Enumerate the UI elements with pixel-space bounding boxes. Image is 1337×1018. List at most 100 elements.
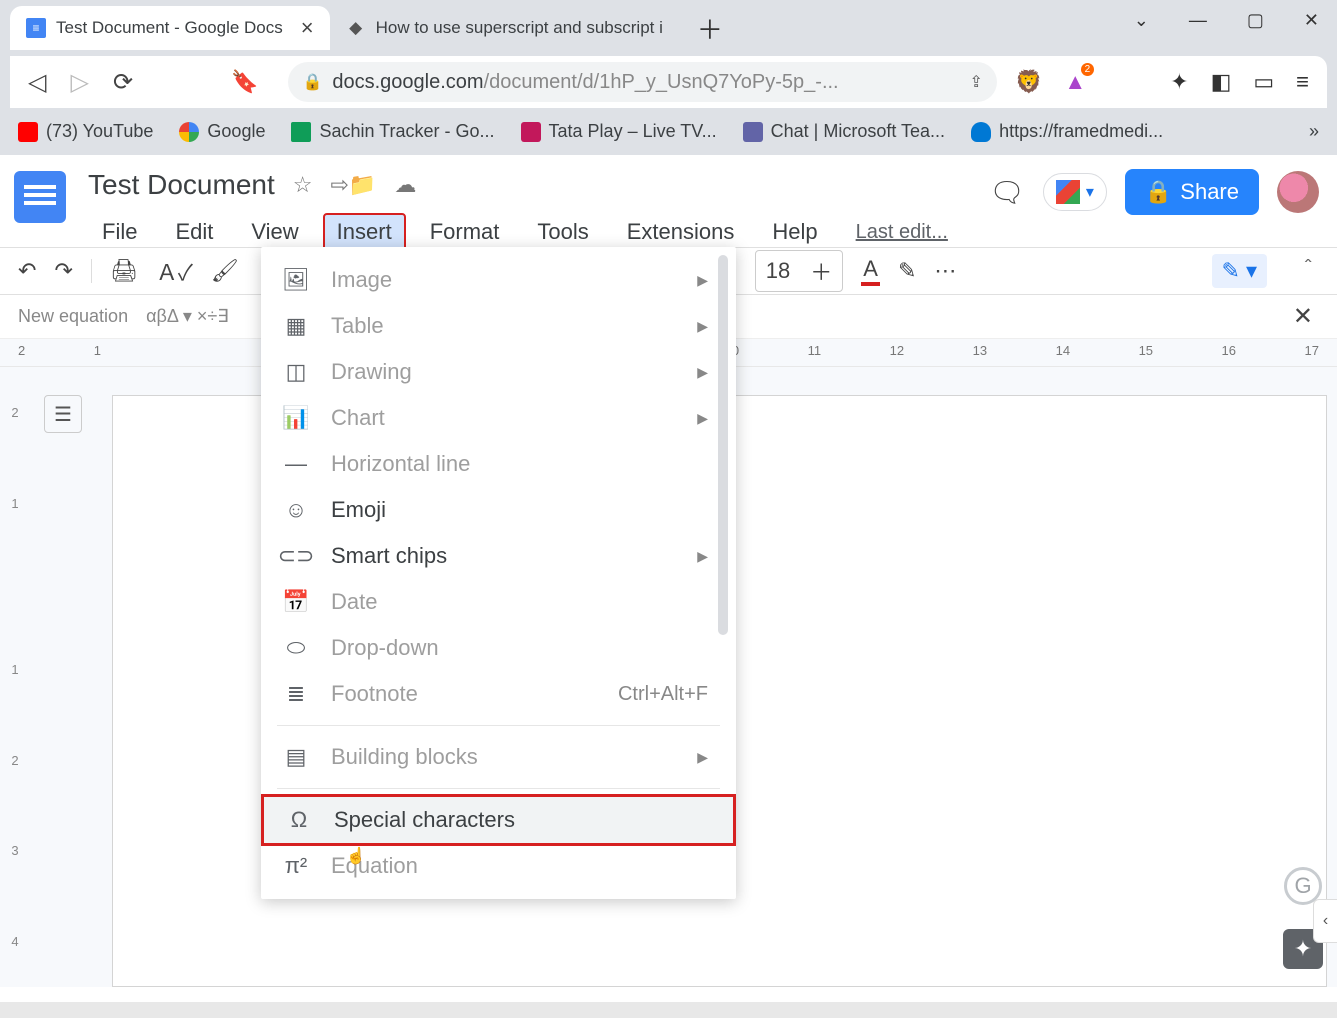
menu-item-label: Horizontal line [331, 451, 470, 477]
font-size-control[interactable]: 18 ＋ [755, 250, 844, 292]
menu-item-equation: π²Equation [261, 843, 736, 889]
meet-icon [1056, 180, 1080, 204]
menu-item-label: Image [331, 267, 392, 293]
horizontal-scrollbar[interactable] [0, 1002, 1337, 1018]
editing-mode-button[interactable]: ✎▾ [1212, 254, 1267, 288]
menu-item-specialchars[interactable]: ΩSpecial characters [261, 794, 736, 846]
bookmark-page-icon[interactable]: 🔖 [231, 69, 288, 95]
menu-item-emoji[interactable]: ☺Emoji [261, 487, 736, 533]
back-button[interactable]: ◁ [28, 68, 46, 97]
tab-title: How to use superscript and subscript i [376, 18, 663, 38]
share-url-icon[interactable]: ⇪ [970, 72, 983, 92]
cloud-status-icon[interactable]: ☁ [394, 172, 416, 198]
docs-favicon-icon: ≡ [26, 18, 46, 38]
paint-format-icon[interactable]: 🖌 [211, 258, 239, 284]
browser-chrome: ≡ Test Document - Google Docs × ◆ How to… [0, 0, 1337, 155]
maximize-window-icon[interactable]: ▢ [1247, 10, 1264, 31]
table-icon: ▦ [283, 313, 309, 339]
omnibox[interactable]: 🔒 docs.google.com/document/d/1hP_y_UsnQ7… [288, 62, 996, 102]
menu-edit[interactable]: Edit [161, 213, 227, 251]
menu-item-label: Drawing [331, 359, 412, 385]
menu-help[interactable]: Help [758, 213, 831, 251]
new-equation-button[interactable]: New equation [18, 306, 128, 327]
drawing-icon: ◫ [283, 359, 309, 385]
menu-item-footnote: ≣FootnoteCtrl+Alt+F [261, 671, 736, 717]
menu-item-label: Equation [331, 853, 418, 879]
menu-format[interactable]: Format [416, 213, 514, 251]
star-icon[interactable]: ☆ [293, 172, 313, 198]
nav-buttons: ◁ ▷ ⟳ [10, 68, 151, 97]
lock-icon: 🔒 [302, 72, 322, 92]
side-panel-icon[interactable]: ◧ [1211, 69, 1232, 95]
side-panel-toggle[interactable]: ‹ [1313, 899, 1337, 943]
move-icon[interactable]: ⇨📁 [330, 172, 376, 198]
last-edit-link[interactable]: Last edit... [856, 221, 948, 244]
chart-icon: 📊 [283, 405, 309, 431]
bookmark-sheets[interactable]: Sachin Tracker - Go... [291, 121, 494, 142]
menu-item-smartchips[interactable]: ⊂⊃Smart chips▶ [261, 533, 736, 579]
forward-button[interactable]: ▷ [70, 68, 88, 97]
menu-insert[interactable]: Insert [323, 213, 406, 251]
share-button[interactable]: 🔒Share [1125, 169, 1259, 215]
new-tab-button[interactable]: ＋ [697, 10, 723, 47]
search-tabs-icon[interactable]: ⌄ [1134, 10, 1149, 31]
doc-title-row: Test Document ☆ ⇨📁 ☁ [88, 165, 948, 205]
bookmark-google[interactable]: Google [179, 121, 265, 142]
meet-button[interactable]: ▾ [1043, 173, 1107, 211]
teams-icon [743, 122, 763, 142]
browser-menu-icon[interactable]: ≡ [1296, 69, 1309, 95]
minimize-window-icon[interactable]: — [1189, 10, 1207, 31]
doc-title[interactable]: Test Document [88, 169, 275, 201]
collapse-toolbar-icon[interactable]: ＾ [1297, 255, 1319, 287]
font-size-value[interactable]: 18 [756, 254, 800, 288]
menu-item-label: Footnote [331, 681, 418, 707]
docs-header: Test Document ☆ ⇨📁 ☁ File Edit View Inse… [0, 155, 1337, 247]
redo-icon[interactable]: ↷ [54, 258, 72, 284]
reload-button[interactable]: ⟳ [113, 68, 133, 97]
wallet-icon[interactable]: ▭ [1253, 69, 1274, 95]
menu-item-label: Table [331, 313, 384, 339]
more-tools-icon[interactable]: ⋯ [934, 258, 956, 284]
date-icon: 📅 [283, 589, 309, 615]
menu-item-label: Emoji [331, 497, 386, 523]
text-color-icon[interactable]: A [861, 256, 880, 286]
equation-symbols[interactable]: αβΔ ▾ ×÷∃ [146, 306, 229, 327]
close-tab-icon[interactable]: × [301, 15, 314, 41]
close-equation-bar-icon[interactable]: ✕ [1293, 302, 1313, 331]
menu-item-buildingblocks: ▤Building blocks▶ [261, 734, 736, 780]
font-size-increase-icon[interactable]: ＋ [800, 251, 842, 291]
account-avatar[interactable] [1277, 171, 1319, 213]
image-icon: 🖼 [283, 267, 309, 293]
bookmark-framed[interactable]: https://framedmedi... [971, 121, 1163, 142]
address-row: ◁ ▷ ⟳ 🔖 🔒 docs.google.com/document/d/1hP… [10, 56, 1327, 108]
bookmark-youtube[interactable]: (73) YouTube [18, 121, 153, 142]
tab-strip: ≡ Test Document - Google Docs × ◆ How to… [0, 0, 1337, 56]
menu-file[interactable]: File [88, 213, 151, 251]
vertical-ruler[interactable]: 2 1 1 2 3 4 [0, 367, 30, 987]
menu-view[interactable]: View [237, 213, 312, 251]
outline-toggle-button[interactable]: ☰ [44, 395, 82, 433]
bookmarks-overflow-icon[interactable]: » [1309, 121, 1319, 142]
menu-item-date: 📅Date [261, 579, 736, 625]
comments-icon[interactable]: 🗨 [989, 176, 1025, 209]
menu-extensions[interactable]: Extensions [613, 213, 749, 251]
extensions-icon[interactable]: ✦ [1170, 69, 1188, 95]
brave-rewards-icon[interactable]: ▲ [1064, 69, 1086, 95]
mouse-cursor [346, 846, 364, 864]
print-icon[interactable]: 🖨 [110, 258, 138, 284]
submenu-arrow-icon: ▶ [697, 318, 708, 335]
close-window-icon[interactable]: ✕ [1304, 10, 1319, 31]
undo-icon[interactable]: ↶ [18, 258, 36, 284]
highlight-color-icon[interactable]: ✎ [898, 258, 916, 284]
submenu-arrow-icon: ▶ [697, 364, 708, 381]
brave-shields-icon[interactable]: 🦁 [1015, 69, 1042, 95]
bookmark-teams[interactable]: Chat | Microsoft Tea... [743, 121, 945, 142]
browser-tab-0[interactable]: ≡ Test Document - Google Docs × [10, 6, 330, 50]
insert-menu-popup: 🖼Image▶▦Table▶◫Drawing▶📊Chart▶—Horizonta… [261, 247, 736, 899]
spellcheck-icon[interactable]: Ａ✓ [156, 255, 193, 287]
docs-logo-icon[interactable] [14, 171, 66, 223]
browser-tab-1[interactable]: ◆ How to use superscript and subscript i [330, 6, 679, 50]
menu-tools[interactable]: Tools [523, 213, 602, 251]
menu-shortcut: Ctrl+Alt+F [618, 683, 708, 706]
bookmark-tata[interactable]: Tata Play – Live TV... [521, 121, 717, 142]
